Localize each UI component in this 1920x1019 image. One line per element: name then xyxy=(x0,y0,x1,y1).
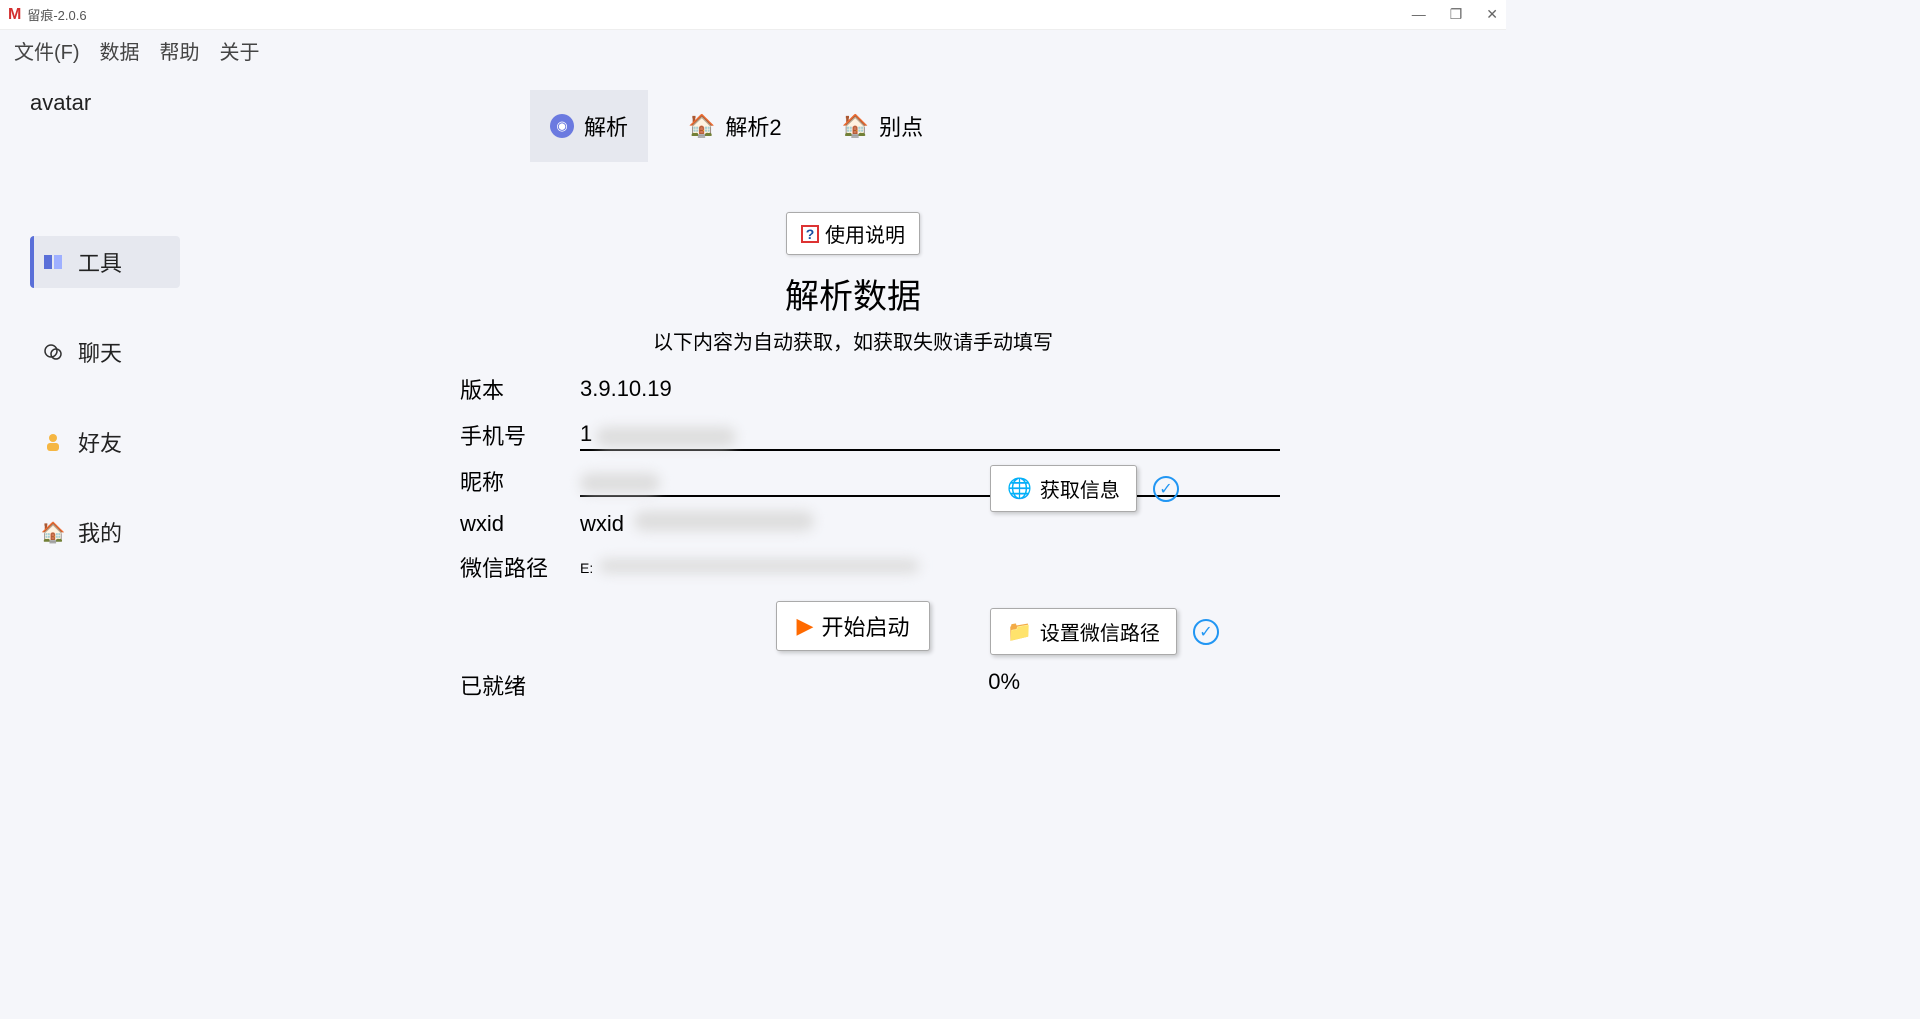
tools-icon xyxy=(42,251,64,273)
nick-label: 昵称 xyxy=(460,465,580,497)
tab-label: 解析2 xyxy=(725,110,781,142)
status-progress: 0% xyxy=(988,669,1020,701)
question-icon: ? xyxy=(801,225,819,243)
status-row: 已就绪 0% xyxy=(460,669,1020,701)
set-path-button[interactable]: 📁 设置微信路径 xyxy=(990,608,1177,655)
get-info-button[interactable]: 🌐 获取信息 xyxy=(990,465,1137,512)
phone-input[interactable]: 1 xyxy=(580,419,1280,451)
sidebar-item-label: 工具 xyxy=(78,246,122,278)
titlebar: M 留痕-2.0.6 — ❐ ✕ xyxy=(0,0,1506,30)
sidebar-item-label: 聊天 xyxy=(78,336,122,368)
fingerprint-icon: 🌐 xyxy=(1007,476,1032,501)
row-phone: 手机号 1 xyxy=(460,419,1280,451)
app-logo: M xyxy=(8,6,21,24)
tab-label: 解析 xyxy=(584,110,628,142)
sidebar-item-label: 好友 xyxy=(78,426,122,458)
sidebar-item-tools[interactable]: 工具 xyxy=(30,236,180,288)
redacted xyxy=(634,511,814,531)
sidebar: avatar 工具 聊天 好友 🏠 我的 xyxy=(0,70,200,782)
check-icon: ✓ xyxy=(1193,619,1219,645)
chat-icon xyxy=(42,341,64,363)
main-content: ◉ 解析 🏠 解析2 🏠 别点 ? 使用说明 解析数据 以下内容为自动获取，如获… xyxy=(200,70,1506,782)
set-path-label: 设置微信路径 xyxy=(1040,617,1160,646)
window-controls: — ❐ ✕ xyxy=(1412,6,1498,23)
redacted xyxy=(580,473,660,493)
row-wxid: wxid wxid xyxy=(460,511,1280,537)
page-title: 解析数据 xyxy=(785,269,921,318)
tab-dont-click[interactable]: 🏠 别点 xyxy=(822,90,943,162)
version-label: 版本 xyxy=(460,373,580,405)
wxid-value: wxid xyxy=(580,511,1280,537)
menu-help[interactable]: 帮助 xyxy=(160,36,200,65)
wxid-label: wxid xyxy=(460,511,580,537)
play-icon: ▶ xyxy=(797,613,814,639)
person-icon xyxy=(42,431,64,453)
house-icon: 🏠 xyxy=(842,113,869,139)
maximize-button[interactable]: ❐ xyxy=(1450,6,1463,23)
house-icon: 🏠 xyxy=(42,521,64,543)
tabs: ◉ 解析 🏠 解析2 🏠 别点 xyxy=(530,90,1466,162)
minimize-button[interactable]: — xyxy=(1412,6,1426,23)
sidebar-item-mine[interactable]: 🏠 我的 xyxy=(30,506,180,558)
row-version: 版本 3.9.10.19 xyxy=(460,373,1280,405)
sidebar-item-chat[interactable]: 聊天 xyxy=(30,326,180,378)
help-button-label: 使用说明 xyxy=(825,219,905,248)
status-ready: 已就绪 xyxy=(460,669,526,701)
redacted xyxy=(599,559,919,573)
menu-data[interactable]: 数据 xyxy=(100,36,140,65)
close-button[interactable]: ✕ xyxy=(1486,6,1498,23)
redacted xyxy=(596,427,736,447)
page-subtitle: 以下内容为自动获取，如获取失败请手动填写 xyxy=(653,326,1053,355)
start-button[interactable]: ▶ 开始启动 xyxy=(776,601,931,651)
avatar-placeholder: avatar xyxy=(30,90,200,116)
tab-parse[interactable]: ◉ 解析 xyxy=(530,90,648,162)
get-info-label: 获取信息 xyxy=(1040,474,1120,503)
row-path: 微信路径 E: xyxy=(460,551,1280,583)
folder-icon: 📁 xyxy=(1007,619,1032,644)
tab-label: 别点 xyxy=(879,110,923,142)
camera-icon: ◉ xyxy=(550,114,574,138)
start-label: 开始启动 xyxy=(821,610,909,642)
path-label: 微信路径 xyxy=(460,551,580,583)
house-icon: 🏠 xyxy=(688,113,715,139)
tab-parse2[interactable]: 🏠 解析2 xyxy=(668,90,802,162)
version-value: 3.9.10.19 xyxy=(580,376,1280,402)
menubar: 文件(F) 数据 帮助 关于 xyxy=(0,30,1506,70)
menu-about[interactable]: 关于 xyxy=(220,36,260,65)
sidebar-item-friends[interactable]: 好友 xyxy=(30,416,180,468)
sidebar-item-label: 我的 xyxy=(78,516,122,548)
menu-file[interactable]: 文件(F) xyxy=(14,36,80,65)
window-title: 留痕-2.0.6 xyxy=(27,5,86,24)
path-value: E: xyxy=(580,559,1280,576)
check-icon: ✓ xyxy=(1153,476,1179,502)
phone-label: 手机号 xyxy=(460,419,580,451)
help-button[interactable]: ? 使用说明 xyxy=(786,212,920,255)
